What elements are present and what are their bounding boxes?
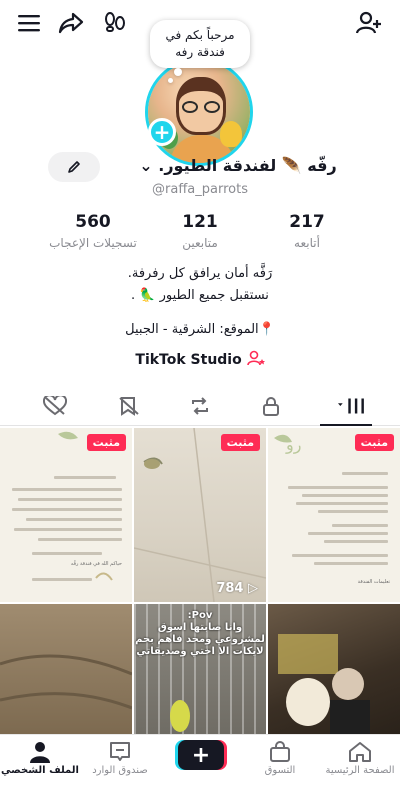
play-count: 784 ▷ [216, 581, 258, 596]
edit-profile-button[interactable] [48, 152, 100, 182]
tab-repost-icon[interactable] [185, 394, 215, 418]
pinned-badge: مثبت [354, 434, 394, 451]
video-tile-5[interactable]: Pov: وانا صابتها اسوق لمشروعي ومحد فاهم … [134, 604, 266, 734]
nav-shop[interactable]: التسوق [240, 739, 320, 776]
following-label: أتابعه [294, 236, 320, 250]
nav-home-label: الصفحة الرئيسية [325, 765, 395, 776]
profile-avatar[interactable] [145, 58, 253, 166]
pov-text: وانا صابتها اسوق لمشروعي ومحد فاهم بحم ل… [135, 622, 265, 657]
plus-icon: + [191, 742, 211, 768]
bubble-line-1: مرحباً بكم في [165, 28, 235, 42]
shopping-bag-icon [240, 739, 320, 765]
video-caption: تعليمات الفندقة [357, 579, 390, 585]
pinned-badge: مثبت [86, 434, 126, 451]
nav-shop-label: التسوق [264, 765, 296, 776]
video-grid: رو مثبت تعليمات الفندقة مثبت 784 ▷ مثبت … [0, 428, 400, 734]
likes-stat[interactable]: 560 تسجيلات الإعجاب [38, 212, 148, 250]
nav-profile[interactable]: الملف الشخصي [0, 739, 80, 776]
video-tile-6[interactable] [0, 604, 132, 734]
home-icon [320, 739, 400, 765]
video-tile-1[interactable]: رو مثبت تعليمات الفندقة [268, 428, 400, 602]
nav-inbox[interactable]: صندوق الوارد [80, 739, 160, 776]
video-tile-2[interactable]: مثبت 784 ▷ [134, 428, 266, 602]
play-icon: ▷ [248, 581, 258, 596]
video-tile-3[interactable]: مثبت حياكم الله في فندقة رفّه [0, 428, 132, 602]
video-tile-4[interactable] [268, 604, 400, 734]
footprints-icon[interactable] [102, 10, 128, 36]
studio-label: TikTok Studio [135, 352, 242, 368]
nav-home[interactable]: الصفحة الرئيسية [320, 739, 400, 776]
tiktok-studio-link[interactable]: TikTok Studio [0, 350, 400, 368]
profile-note-bubble[interactable]: مرحباً بكم في فندقة رفه [150, 20, 250, 68]
bio-line-1: رَفَّه أمان يرافق كل رفرفة. [127, 266, 273, 281]
nav-profile-label: الملف الشخصي [1, 765, 79, 776]
tab-liked-icon[interactable] [40, 394, 70, 418]
chevron-down-icon: ⌄ [139, 156, 153, 175]
add-friend-icon[interactable] [356, 10, 382, 36]
tab-videos-grid-icon[interactable] [338, 394, 368, 418]
bio-location: 📍الموقع: الشرقية - الجبيل [125, 322, 275, 337]
bio-line-2: نستقبل جميع الطيور 🦜 . [131, 288, 269, 303]
create-button[interactable]: + [178, 740, 224, 770]
menu-icon[interactable] [16, 10, 42, 36]
tab-lock-icon[interactable] [256, 394, 286, 418]
pinned-badge: مثبت [220, 434, 260, 451]
inbox-icon [80, 739, 160, 765]
likes-count: 560 [75, 212, 111, 232]
share-icon[interactable] [58, 10, 84, 36]
following-stat[interactable]: 217 أتابعه [252, 212, 362, 250]
followers-count: 121 [182, 212, 218, 232]
profile-handle: @raffa_parrots [152, 182, 248, 197]
profile-name-text: رفّه 🪶 لفندقة الطيور. [158, 156, 337, 175]
active-tab-indicator [320, 424, 372, 426]
avatar-image [145, 58, 253, 166]
profile-name[interactable]: رفّه 🪶 لفندقة الطيور. ⌄ [118, 156, 358, 175]
pov-title: Pov: [187, 610, 213, 621]
followers-stat[interactable]: 121 متابعين [145, 212, 255, 250]
studio-person-icon [246, 350, 265, 368]
nav-inbox-label: صندوق الوارد [92, 765, 148, 776]
pencil-icon [68, 161, 80, 173]
following-count: 217 [289, 212, 325, 232]
followers-label: متابعين [182, 236, 218, 250]
profile-tabs [0, 386, 400, 426]
tab-saved-icon[interactable] [114, 394, 144, 418]
video-caption: حياكم الله في فندقة رفّه [70, 561, 122, 567]
video-overlay-text: Pov: وانا صابتها اسوق لمشروعي ومحد فاهم … [134, 610, 266, 658]
profile-icon [0, 739, 80, 765]
add-story-plus-icon[interactable]: + [148, 118, 176, 146]
bubble-line-2: فندقة رفه [175, 45, 225, 59]
play-count-value: 784 [216, 581, 244, 596]
svg-text:رو: رو [285, 435, 301, 454]
likes-label: تسجيلات الإعجاب [49, 236, 137, 250]
